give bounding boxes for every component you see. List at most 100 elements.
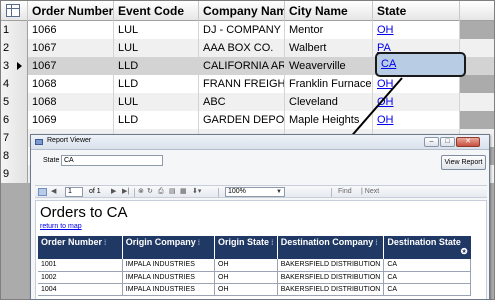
- cell-city-name[interactable]: Weaverville: [285, 57, 373, 75]
- report-cell: CA: [383, 271, 471, 284]
- table-icon: [6, 4, 20, 17]
- report-viewer-window: Report Viewer – □ ✕ State CA View Report…: [30, 134, 490, 300]
- report-toolbar: ◀ 1 of 1 ▶ ▶| ⊗ ↻ ⎙ ▤ ▦ ⬇▾ 100% ▼ Find |…: [35, 185, 487, 198]
- view-report-button[interactable]: View Report: [441, 155, 486, 170]
- state-param-label: State: [43, 157, 60, 164]
- report-cell: 1001: [38, 259, 123, 272]
- cell-city-name[interactable]: Cleveland: [285, 93, 373, 111]
- cell-event-code[interactable]: LLD: [114, 57, 199, 75]
- column-header-city-name[interactable]: City Name: [285, 1, 373, 21]
- report-column-header[interactable]: Origin State ⁞: [214, 236, 278, 259]
- report-cell: OH: [214, 271, 278, 284]
- row-header[interactable]: 8: [1, 147, 28, 165]
- cell-state-link[interactable]: OH: [373, 111, 460, 129]
- print-layout-icon[interactable]: ▤: [169, 188, 176, 196]
- cell-state-link[interactable]: OH: [373, 75, 460, 93]
- row-filler: [460, 111, 494, 129]
- cell-city-name[interactable]: Franklin Furnace: [285, 75, 373, 93]
- cell-company-name[interactable]: ABC: [199, 93, 285, 111]
- refresh-icon[interactable]: ↻: [147, 188, 153, 196]
- print-icon[interactable]: ⎙: [158, 188, 164, 196]
- cell-company-name[interactable]: CALIFORNIA AR: [199, 57, 285, 75]
- cell-company-name[interactable]: GARDEN DEPOT: [199, 111, 285, 129]
- cell-city-name[interactable]: Mentor: [285, 21, 373, 39]
- row-header[interactable]: 7: [1, 129, 28, 147]
- return-to-map-link[interactable]: return to map: [40, 223, 82, 230]
- sort-handle-icon[interactable]: ⁞: [102, 240, 106, 247]
- column-header-state[interactable]: State: [373, 1, 460, 21]
- window-titlebar[interactable]: Report Viewer – □ ✕: [31, 135, 489, 150]
- cell-city-name[interactable]: Walbert: [285, 39, 373, 57]
- report-cell: CA: [383, 259, 471, 272]
- close-button[interactable]: ✕: [456, 137, 480, 147]
- highlighted-state-link[interactable]: CA: [381, 58, 396, 70]
- find-next-link[interactable]: | Next: [361, 188, 379, 196]
- column-header-event-code[interactable]: Event Code: [114, 1, 199, 21]
- table-row[interactable]: 4 1068 LLD FRANN FREIGHT Franklin Furnac…: [1, 75, 494, 93]
- row-header[interactable]: 5: [1, 93, 28, 111]
- cell-city-name[interactable]: Maple Heights: [285, 111, 373, 129]
- sort-handle-icon[interactable]: ⁞: [196, 240, 200, 247]
- cell-event-code[interactable]: LLD: [114, 111, 199, 129]
- report-column-header[interactable]: Destination State ✪: [383, 236, 471, 259]
- cell-order-number[interactable]: 1067: [28, 39, 114, 57]
- table-row[interactable]: 5 1068 LUL ABC Cleveland OH: [1, 93, 494, 111]
- row-header[interactable]: 4: [1, 75, 28, 93]
- zoom-select[interactable]: 100% ▼: [225, 187, 285, 197]
- report-column-header[interactable]: Origin Company ⁞: [122, 236, 216, 259]
- maximize-button[interactable]: □: [440, 137, 455, 147]
- sort-handle-icon[interactable]: ⁞: [373, 240, 377, 247]
- state-param-input[interactable]: CA: [61, 155, 163, 166]
- cell-company-name[interactable]: DJ - COMPANY: [199, 21, 285, 39]
- cell-company-name[interactable]: AAA BOX CO.: [199, 39, 285, 57]
- cell-order-number[interactable]: 1067: [28, 57, 114, 75]
- sort-icon[interactable]: ✪: [461, 247, 468, 257]
- cell-order-number[interactable]: 1068: [28, 75, 114, 93]
- table-row[interactable]: 1 1066 LUL DJ - COMPANY Mentor OH: [1, 21, 494, 39]
- toolbar-divider: [331, 188, 332, 197]
- cell-company-name[interactable]: FRANN FREIGHT: [199, 75, 285, 93]
- table-row[interactable]: 6 1069 LLD GARDEN DEPOT Maple Heights OH: [1, 111, 494, 129]
- report-column-label: Order Number: [41, 237, 103, 247]
- cell-order-number[interactable]: 1066: [28, 21, 114, 39]
- cell-event-code[interactable]: LLD: [114, 75, 199, 93]
- report-column-header[interactable]: Destination Company ⁞: [277, 236, 385, 259]
- sort-handle-icon[interactable]: ⁞: [269, 240, 273, 247]
- last-page-icon[interactable]: ▶|: [122, 188, 129, 196]
- row-header[interactable]: 6: [1, 111, 28, 129]
- report-cell: BAKERSFIELD DISTRIBUTION: [277, 271, 385, 284]
- app-window-icon: [35, 139, 43, 145]
- cell-event-code[interactable]: LUL: [114, 93, 199, 111]
- page-number-input[interactable]: 1: [65, 187, 83, 197]
- header-filler: [460, 1, 494, 21]
- report-column-label: Origin State: [218, 237, 270, 247]
- cell-order-number[interactable]: 1068: [28, 93, 114, 111]
- state-cell-highlight[interactable]: CA: [375, 52, 466, 77]
- cell-event-code[interactable]: LUL: [114, 39, 199, 57]
- row-number: 3: [3, 60, 10, 72]
- report-cell: OH: [214, 259, 278, 272]
- report-cell: 1004: [38, 283, 123, 296]
- minimize-button[interactable]: –: [424, 137, 439, 147]
- row-header[interactable]: 3: [1, 57, 28, 75]
- page-setup-icon[interactable]: ▦: [180, 188, 187, 196]
- previous-page-icon[interactable]: ◀: [51, 188, 56, 196]
- cell-order-number[interactable]: 1069: [28, 111, 114, 129]
- cell-event-code[interactable]: LUL: [114, 21, 199, 39]
- column-header-company-name[interactable]: Company Name: [199, 1, 285, 21]
- row-header[interactable]: 9: [1, 165, 28, 183]
- column-header-order-number[interactable]: Order Number: [28, 1, 114, 21]
- report-row: 1004 IMPALA INDUSTRIES OH BAKERSFIELD DI…: [38, 283, 471, 296]
- report-column-header[interactable]: Order Number ⁞: [38, 236, 123, 259]
- row-header[interactable]: 1: [1, 21, 28, 39]
- cell-state-link[interactable]: OH: [373, 93, 460, 111]
- grid-corner[interactable]: [1, 1, 28, 21]
- row-filler: [460, 75, 494, 93]
- row-header[interactable]: 2: [1, 39, 28, 57]
- export-icon[interactable]: ⬇▾: [192, 188, 201, 196]
- find-link[interactable]: Find: [338, 188, 352, 196]
- stop-icon[interactable]: ⊗: [138, 188, 144, 196]
- cell-state-link[interactable]: OH: [373, 21, 460, 39]
- first-page-icon[interactable]: [38, 188, 47, 196]
- next-page-icon[interactable]: ▶: [111, 188, 116, 196]
